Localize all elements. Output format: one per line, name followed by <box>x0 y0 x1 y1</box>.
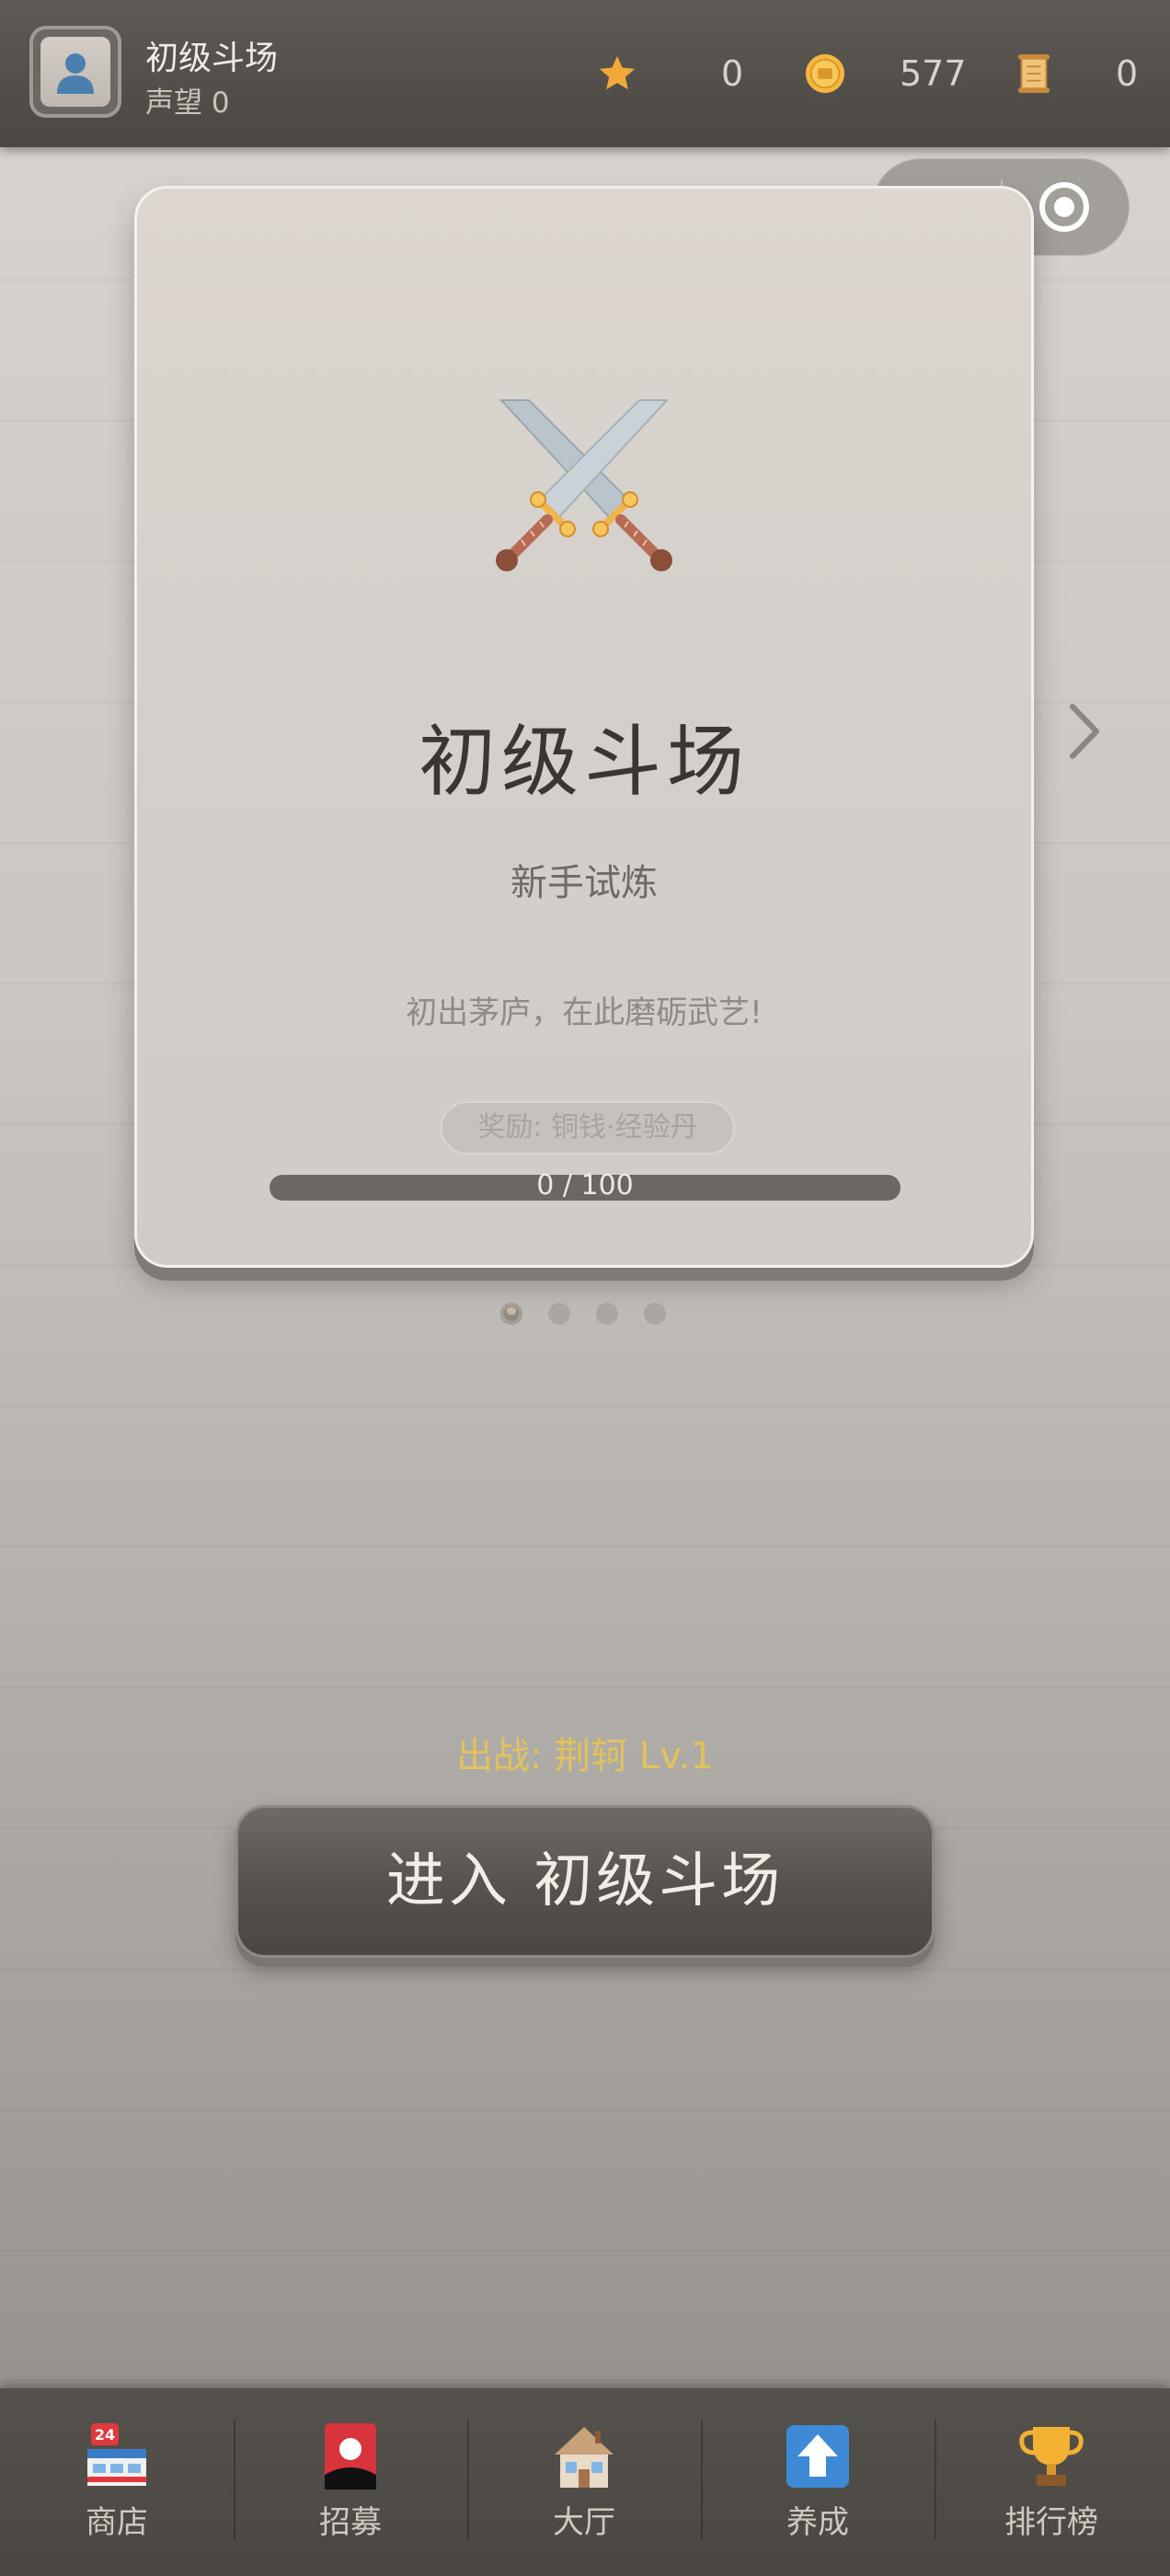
upgrade-arrow-icon <box>786 2425 849 2488</box>
store-icon: 24 <box>87 2423 146 2486</box>
card-title: 初级斗场 <box>418 717 750 807</box>
scrolls-value: 0 <box>1116 53 1139 94</box>
coins-counter: 577 <box>804 46 967 101</box>
nav-label-hall: 大厅 <box>553 2504 615 2541</box>
nav-item-hall[interactable]: 大厅 <box>467 2388 701 2576</box>
star-icon <box>599 55 636 90</box>
hall-house-icon <box>555 2427 614 2488</box>
recruit-card-icon <box>325 2423 376 2490</box>
scrolls-counter: 0 <box>1015 46 1138 101</box>
page-dot-3[interactable] <box>596 1303 618 1325</box>
coins-value: 577 <box>900 53 967 94</box>
nav-label-leaderboard: 排行榜 <box>1004 2504 1098 2541</box>
chevron-right-icon[interactable] <box>1065 699 1102 764</box>
card-description: 初出茅庐，在此磨砺武艺! <box>406 995 763 1031</box>
active-fighter-label: 出战: 荆轲 Lv.1 <box>456 1735 714 1777</box>
reward-badge: 奖励: 铜钱·经验丹 <box>441 1101 735 1155</box>
close-miniprogram-button[interactable] <box>1037 179 1092 235</box>
svg-text:24: 24 <box>95 2426 115 2444</box>
stars-value: 0 <box>721 53 744 94</box>
enter-arena-button[interactable]: 进入 初级斗场 <box>235 1805 935 1958</box>
stars-counter: 0 <box>596 46 743 101</box>
card-subtitle: 新手试炼 <box>510 862 658 904</box>
top-header: 初级斗场 声望 0 0 577 0 <box>0 0 1170 147</box>
page-dot-2[interactable] <box>548 1303 570 1325</box>
nav-label-store: 商店 <box>86 2504 148 2541</box>
crossed-swords-icon <box>496 399 672 571</box>
nav-label-recruit: 招募 <box>319 2504 382 2541</box>
bottom-navigation: 24 商店 招募 大厅 养成 排行榜 <box>0 2388 1170 2576</box>
nav-item-leaderboard[interactable]: 排行榜 <box>935 2388 1168 2576</box>
page-dot-1[interactable] <box>500 1303 522 1325</box>
reputation-text: 声望 0 <box>145 86 230 120</box>
user-icon <box>57 53 94 94</box>
nav-item-store[interactable]: 24 商店 <box>0 2388 234 2576</box>
progress-text: 0 / 100 <box>536 1169 634 1202</box>
arena-card[interactable]: 初级斗场 新手试炼 初出茅庐，在此磨砺武艺! 奖励: 铜钱·经验丹 0 / 10… <box>134 186 1034 1268</box>
nav-item-develop[interactable]: 养成 <box>701 2388 935 2576</box>
trophy-icon <box>1019 2427 1084 2486</box>
scroll-icon <box>1017 54 1050 93</box>
nav-label-develop: 养成 <box>786 2504 849 2541</box>
page-dot-4[interactable] <box>644 1303 666 1325</box>
target-close-icon <box>1039 182 1089 232</box>
nav-item-recruit[interactable]: 招募 <box>234 2388 467 2576</box>
arena-name: 初级斗场 <box>145 40 279 77</box>
coin-icon <box>805 53 845 94</box>
avatar[interactable] <box>29 26 121 118</box>
